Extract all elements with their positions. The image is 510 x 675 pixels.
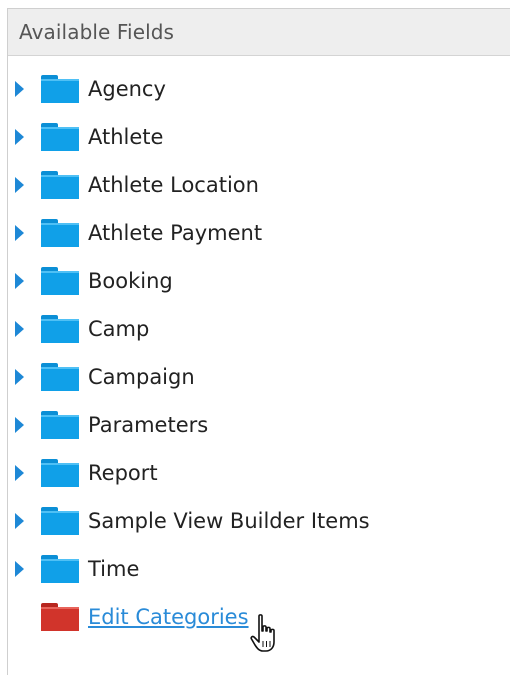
tree-item-label: Campaign xyxy=(88,365,195,389)
tree-item-label: Sample View Builder Items xyxy=(88,509,370,533)
folder-icon xyxy=(41,363,79,391)
tree-item-athlete-location[interactable]: Athlete Location xyxy=(8,165,488,205)
folder-icon xyxy=(41,315,79,343)
panel-header: Available Fields xyxy=(8,9,510,56)
available-fields-panel: Available Fields Agency Athlete Athlete … xyxy=(7,8,510,675)
chevron-right-icon[interactable] xyxy=(15,417,24,433)
tree-item-label: Booking xyxy=(88,269,173,293)
hand-pointer-cursor-icon xyxy=(250,614,275,652)
tree-item-label: Report xyxy=(88,461,158,485)
tree-item-sample-view-builder-items[interactable]: Sample View Builder Items xyxy=(8,501,488,541)
chevron-right-icon[interactable] xyxy=(15,129,24,145)
chevron-right-icon[interactable] xyxy=(15,225,24,241)
tree-item-camp[interactable]: Camp xyxy=(8,309,488,349)
folder-icon xyxy=(41,219,79,247)
tree-item-label: Agency xyxy=(88,77,166,101)
folder-icon xyxy=(41,411,79,439)
tree-item-label: Athlete Location xyxy=(88,173,259,197)
tree-item-parameters[interactable]: Parameters xyxy=(8,405,488,445)
folder-icon xyxy=(41,507,79,535)
tree-item-agency[interactable]: Agency xyxy=(8,69,488,109)
chevron-right-icon[interactable] xyxy=(15,321,24,337)
tree-item-label: Camp xyxy=(88,317,150,341)
folder-icon xyxy=(41,171,79,199)
folder-icon xyxy=(41,75,79,103)
tree-item-athlete[interactable]: Athlete xyxy=(8,117,488,157)
tree-item-booking[interactable]: Booking xyxy=(8,261,488,301)
folder-icon xyxy=(41,123,79,151)
chevron-right-icon[interactable] xyxy=(15,561,24,577)
chevron-right-icon[interactable] xyxy=(15,369,24,385)
folder-icon xyxy=(41,459,79,487)
chevron-right-icon[interactable] xyxy=(15,81,24,97)
chevron-right-icon[interactable] xyxy=(15,513,24,529)
tree-item-campaign[interactable]: Campaign xyxy=(8,357,488,397)
chevron-right-icon[interactable] xyxy=(15,273,24,289)
tree-item-label: Time xyxy=(88,557,140,581)
edit-categories-item[interactable]: Edit Categories xyxy=(8,597,488,637)
folder-icon xyxy=(41,603,79,631)
folder-icon xyxy=(41,555,79,583)
tree-item-label: Athlete xyxy=(88,125,164,149)
chevron-right-icon[interactable] xyxy=(15,177,24,193)
tree-item-time[interactable]: Time xyxy=(8,549,488,589)
tree-item-label: Athlete Payment xyxy=(88,221,263,245)
tree-item-label: Parameters xyxy=(88,413,209,437)
tree-item-report[interactable]: Report xyxy=(8,453,488,493)
folder-icon xyxy=(41,267,79,295)
panel-title: Available Fields xyxy=(19,20,175,44)
edit-categories-link[interactable]: Edit Categories xyxy=(88,605,249,629)
tree-item-athlete-payment[interactable]: Athlete Payment xyxy=(8,213,488,253)
chevron-right-icon[interactable] xyxy=(15,465,24,481)
